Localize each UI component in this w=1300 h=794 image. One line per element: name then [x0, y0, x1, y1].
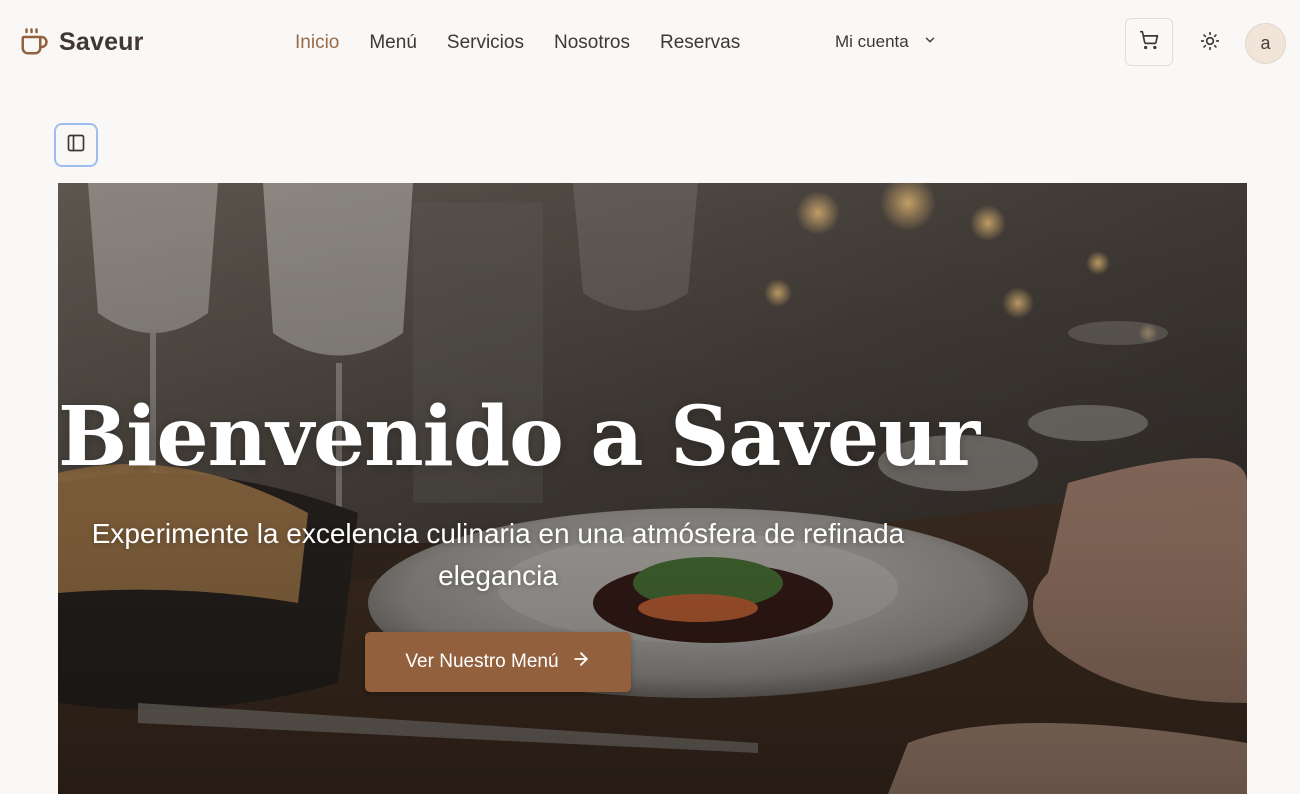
account-label: Mi cuenta — [835, 32, 909, 51]
brand-logo-link[interactable]: Saveur — [19, 27, 144, 57]
nav-item-inicio[interactable]: Inicio — [295, 31, 339, 55]
arrow-right-icon — [571, 649, 591, 675]
user-avatar[interactable]: a — [1245, 23, 1286, 64]
view-menu-button[interactable]: Ver Nuestro Menú — [365, 632, 631, 692]
hero-background-image — [58, 183, 1247, 794]
nav-item-servicios[interactable]: Servicios — [447, 31, 524, 55]
top-navbar: Saveur Inicio Menú Servicios Nosotros Re… — [0, 0, 1300, 86]
theme-toggle-button[interactable] — [1193, 26, 1227, 60]
shopping-cart-icon — [1139, 30, 1159, 55]
hero-subtitle: Experimente la excelencia culinaria en u… — [91, 518, 905, 591]
brand-name: Saveur — [59, 27, 144, 56]
cart-button[interactable] — [1125, 18, 1173, 66]
sidebar-toggle-button[interactable] — [54, 123, 98, 167]
coffee-cup-icon — [19, 27, 49, 57]
nav-item-menu[interactable]: Menú — [369, 31, 417, 55]
hero-title: Bienvenido a Saveur — [58, 389, 980, 485]
main-nav: Inicio Menú Servicios Nosotros Reservas — [295, 31, 770, 55]
sun-icon — [1200, 31, 1220, 56]
hero-section: Bienvenido a Saveur Experimente la excel… — [58, 183, 1247, 794]
nav-item-nosotros[interactable]: Nosotros — [554, 31, 630, 55]
chevron-down-icon — [923, 32, 937, 52]
nav-item-reservas[interactable]: Reservas — [660, 31, 740, 55]
panel-left-icon — [66, 133, 86, 158]
cta-label: Ver Nuestro Menú — [405, 651, 559, 672]
account-dropdown[interactable]: Mi cuenta — [835, 32, 937, 52]
